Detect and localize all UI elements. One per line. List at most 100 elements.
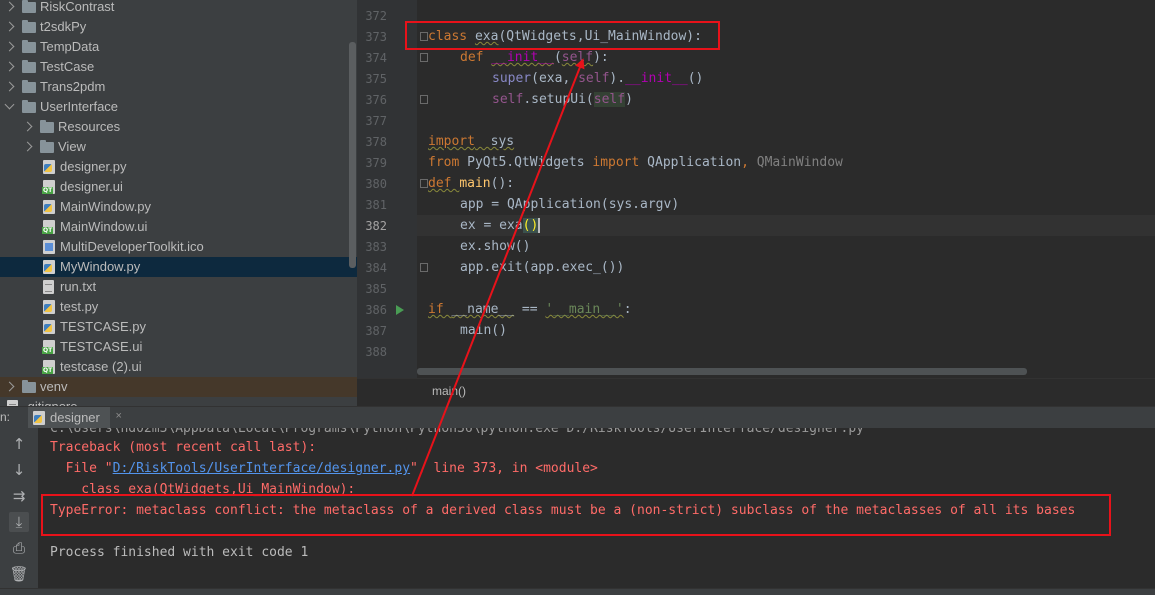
code-line-383: ex.show() bbox=[460, 239, 531, 254]
tree-item-label: t2sdkPy bbox=[40, 19, 87, 34]
tree-item-testcase[interactable]: TestCase bbox=[0, 57, 357, 77]
tree-item-mainwindow-ui[interactable]: MainWindow.ui bbox=[0, 217, 357, 237]
run-tab-label: designer bbox=[50, 410, 100, 425]
tree-item-designer-py[interactable]: designer.py bbox=[0, 157, 357, 177]
fold-marker-icon[interactable] bbox=[420, 95, 428, 104]
python-file-icon bbox=[42, 260, 56, 274]
tree-item-testcase-py[interactable]: TESTCASE.py bbox=[0, 317, 357, 337]
tree-item-mainwindow-py[interactable]: MainWindow.py bbox=[0, 197, 357, 217]
tree-item-testcase-2-ui[interactable]: testcase (2).ui bbox=[0, 357, 357, 377]
line-number: 375 bbox=[365, 72, 387, 86]
tree-item-label: designer.py bbox=[60, 159, 127, 174]
tree-item-label: Resources bbox=[58, 119, 121, 134]
soft-wrap-icon[interactable]: ⇉ bbox=[9, 486, 29, 506]
folder-icon bbox=[22, 0, 36, 13]
chevron-down-icon[interactable] bbox=[4, 99, 15, 110]
chevron-right-icon[interactable] bbox=[4, 21, 15, 32]
print-icon[interactable]: ⎙ bbox=[9, 538, 29, 558]
code-line-379: from PyQt5.QtWidgets import QApplication… bbox=[428, 155, 843, 170]
line-number: 377 bbox=[365, 114, 387, 128]
line-number: 384 bbox=[365, 261, 387, 275]
qt-ui-file-icon bbox=[42, 340, 56, 354]
tree-item-tempdata[interactable]: TempData bbox=[0, 37, 357, 57]
down-arrow-icon[interactable]: ↓ bbox=[9, 460, 29, 480]
line-number: 382 bbox=[365, 219, 387, 233]
code-line-380: def main(): bbox=[428, 176, 515, 191]
trash-icon[interactable]: 🗑 bbox=[9, 564, 29, 584]
code-line-376: self.setupUi(self) bbox=[492, 92, 633, 107]
fold-marker-icon[interactable] bbox=[420, 179, 428, 188]
folder-icon bbox=[40, 120, 54, 133]
console-traceback: Traceback (most recent call last): bbox=[50, 440, 317, 455]
tree-item-userinterface[interactable]: UserInterface bbox=[0, 97, 357, 117]
tree-item-designer-ui[interactable]: designer.ui bbox=[0, 177, 357, 197]
python-file-icon bbox=[42, 200, 56, 214]
up-arrow-icon[interactable]: ↑ bbox=[9, 434, 29, 454]
line-number: 388 bbox=[365, 345, 387, 359]
folder-icon bbox=[40, 140, 54, 153]
tree-item-gitignore[interactable]: .gitignore bbox=[0, 397, 357, 406]
tree-item-label: RiskContrast bbox=[40, 0, 115, 14]
tree-item-venv[interactable]: venv bbox=[0, 377, 357, 397]
tree-item-label: TestCase bbox=[40, 59, 95, 74]
run-tab-designer[interactable]: designer × bbox=[28, 407, 122, 429]
code-editor[interactable]: 372 373 374 375 376 377 378 379 380 381 382 383 384 3… bbox=[357, 0, 1155, 406]
code-line-387: main() bbox=[460, 323, 507, 338]
tree-item-label: TESTCASE.py bbox=[60, 319, 146, 334]
run-toolbar: ↑ ↓ ⇉ ⤓ ⎙ 🗑 bbox=[0, 428, 38, 588]
code-line-384: app.exit(app.exec_()) bbox=[460, 260, 625, 275]
code-line-374: def __init__(self): bbox=[460, 50, 609, 65]
editor-horizontal-scrollbar[interactable] bbox=[417, 368, 1027, 375]
run-gutter-icon[interactable] bbox=[396, 305, 404, 315]
tree-item-test-py[interactable]: test.py bbox=[0, 297, 357, 317]
close-icon[interactable]: × bbox=[115, 410, 121, 422]
line-number: 383 bbox=[365, 240, 387, 254]
tree-item-label: run.txt bbox=[60, 279, 97, 294]
tree-item-label: TempData bbox=[40, 39, 100, 54]
tree-item-t2sdkpy[interactable]: t2sdkPy bbox=[0, 17, 357, 37]
file-link[interactable]: D:/RiskTools/UserInterface/designer.py bbox=[113, 461, 410, 476]
run-panel-label: n: bbox=[0, 410, 11, 424]
tree-item-multidevelopertoolkit-ico[interactable]: MultiDeveloperToolkit.ico bbox=[0, 237, 357, 257]
annotation-box-class-definition bbox=[405, 21, 720, 50]
line-number: 385 bbox=[365, 282, 387, 296]
chevron-right-icon[interactable] bbox=[4, 81, 15, 92]
breadcrumb-item[interactable]: main() bbox=[432, 384, 466, 398]
chevron-right-icon[interactable] bbox=[4, 41, 15, 52]
tree-item-riskcontrast[interactable]: RiskContrast bbox=[0, 0, 357, 17]
tree-item-mywindow-py[interactable]: MyWindow.py bbox=[0, 257, 357, 277]
tree-item-run-txt[interactable]: run.txt bbox=[0, 277, 357, 297]
chevron-right-icon[interactable] bbox=[22, 121, 33, 132]
annotation-box-error bbox=[41, 494, 1111, 536]
chevron-right-icon[interactable] bbox=[22, 141, 33, 152]
python-file-icon bbox=[42, 300, 56, 314]
tree-item-label: UserInterface bbox=[40, 99, 119, 114]
python-file-icon bbox=[42, 320, 56, 334]
fold-marker-icon[interactable] bbox=[420, 263, 428, 272]
console-exit-message: Process finished with exit code 1 bbox=[50, 545, 309, 560]
fold-marker-icon[interactable] bbox=[420, 53, 428, 62]
qt-ui-file-icon bbox=[42, 220, 56, 234]
line-number: 378 bbox=[365, 135, 387, 149]
tree-item-testcase-ui[interactable]: TESTCASE.ui bbox=[0, 337, 357, 357]
run-panel-header: n: designer × bbox=[0, 406, 1155, 429]
tree-item-resources[interactable]: Resources bbox=[0, 117, 357, 137]
tree-item-label: MultiDeveloperToolkit.ico bbox=[60, 239, 204, 254]
tree-scrollbar[interactable] bbox=[349, 42, 356, 268]
tree-item-label: Trans2pdm bbox=[40, 79, 106, 94]
project-tree: RiskContrast t2sdkPy TempData TestCase Trans… bbox=[0, 0, 357, 406]
tree-item-view[interactable]: View bbox=[0, 137, 357, 157]
line-number: 376 bbox=[365, 93, 387, 107]
chevron-right-icon[interactable] bbox=[4, 381, 15, 392]
code-line-378: import sys bbox=[428, 134, 515, 149]
breadcrumb[interactable]: main() bbox=[357, 378, 1155, 406]
line-number-gutter: 372 373 374 375 376 377 378 379 380 381 382 383 384 3… bbox=[357, 0, 417, 378]
line-number: 374 bbox=[365, 51, 387, 65]
chevron-right-icon[interactable] bbox=[4, 61, 15, 72]
chevron-right-icon[interactable] bbox=[4, 1, 15, 12]
tree-item-trans2pdm[interactable]: Trans2pdm bbox=[0, 77, 357, 97]
line-number: 380 bbox=[365, 177, 387, 191]
scroll-to-end-icon[interactable]: ⤓ bbox=[9, 512, 29, 532]
line-number: 379 bbox=[365, 156, 387, 170]
folder-icon bbox=[22, 60, 36, 73]
